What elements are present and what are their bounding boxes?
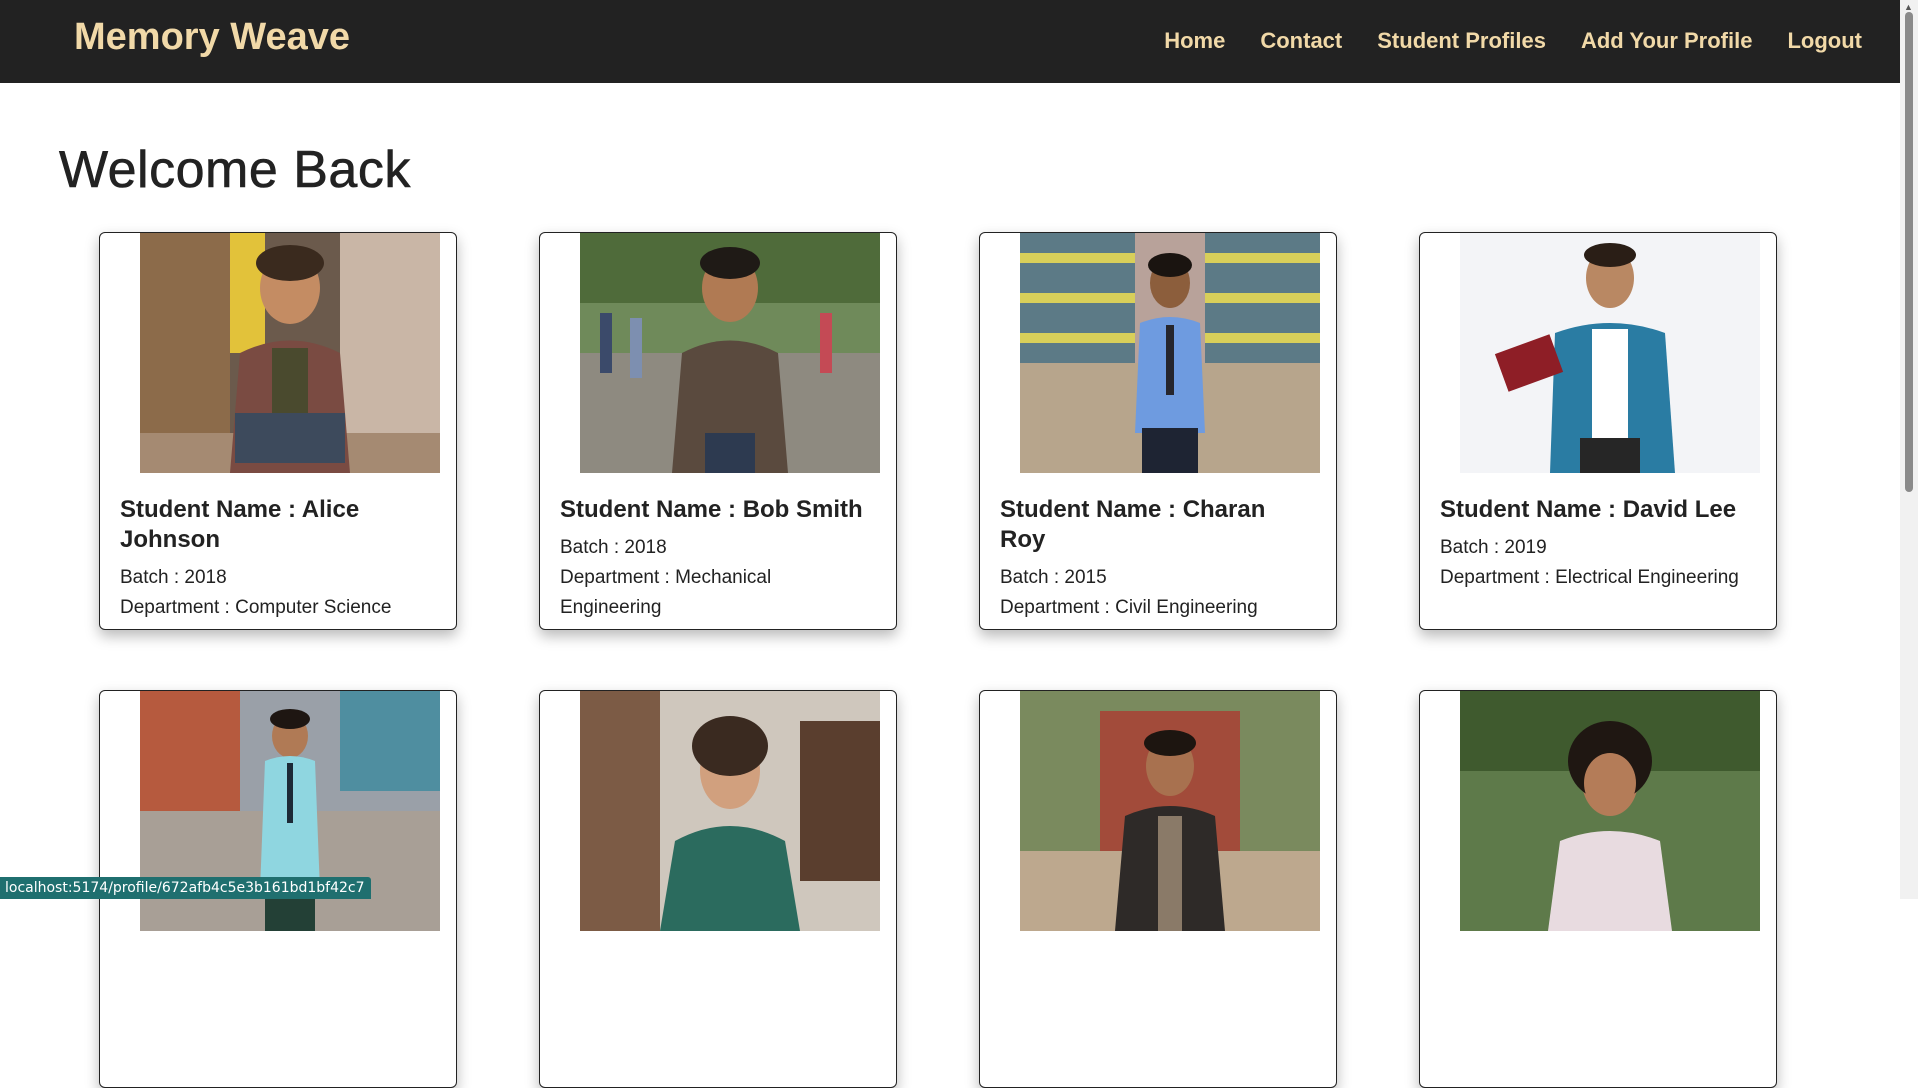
student-name: Student Name : David Lee bbox=[1440, 495, 1756, 525]
nav-link-contact[interactable]: Contact bbox=[1260, 28, 1342, 54]
student-department: Department : Computer Science bbox=[120, 593, 436, 623]
student-card[interactable] bbox=[1419, 690, 1777, 1088]
student-info: Student Name : David Lee Batch : 2019 De… bbox=[1440, 495, 1756, 593]
student-info: Student Name : Bob Smith Batch : 2018 De… bbox=[560, 495, 876, 623]
batch-prefix: Batch : bbox=[560, 537, 625, 558]
student-photo bbox=[1020, 233, 1320, 473]
student-card[interactable] bbox=[979, 690, 1337, 1088]
student-card-alice-johnson[interactable]: Student Name : Alice Johnson Batch : 201… bbox=[99, 232, 457, 630]
dept-prefix: Department : bbox=[1440, 567, 1556, 588]
student-batch: Batch : 2019 bbox=[1440, 533, 1756, 563]
student-name: Student Name : Alice Johnson bbox=[120, 495, 436, 555]
scroll-up-arrow-icon[interactable]: ▲ bbox=[1904, 2, 1913, 12]
nav-link-add-profile[interactable]: Add Your Profile bbox=[1581, 28, 1753, 54]
student-card[interactable] bbox=[539, 690, 897, 1088]
top-navbar: Memory Weave Home Contact Student Profil… bbox=[0, 0, 1900, 83]
student-department: Department : Electrical Engineering bbox=[1440, 563, 1756, 593]
student-photo bbox=[580, 691, 880, 931]
student-profile-grid: Student Name : Alice Johnson Batch : 201… bbox=[99, 232, 1779, 1088]
student-photo bbox=[1460, 691, 1760, 931]
batch-value: 2018 bbox=[624, 537, 667, 558]
student-batch: Batch : 2018 bbox=[120, 563, 436, 593]
student-card-charan-roy[interactable]: Student Name : Charan Roy Batch : 2015 D… bbox=[979, 232, 1337, 630]
status-bar-url: localhost:5174/profile/672afb4c5e3b161bd… bbox=[0, 877, 371, 899]
page-scrollbar[interactable]: ▲ bbox=[1900, 0, 1918, 899]
dept-prefix: Department : bbox=[560, 567, 676, 588]
dept-value: Computer Science bbox=[235, 597, 392, 618]
name-prefix: Student Name : bbox=[1440, 496, 1623, 523]
name-value: Bob Smith bbox=[742, 496, 863, 523]
name-prefix: Student Name : bbox=[120, 496, 302, 523]
student-name: Student Name : Bob Smith bbox=[560, 495, 876, 525]
nav-links: Home Contact Student Profiles Add Your P… bbox=[1129, 28, 1862, 54]
student-department: Department : Civil Engineering bbox=[1000, 593, 1316, 623]
student-photo bbox=[1020, 691, 1320, 931]
batch-value: 2019 bbox=[1504, 537, 1547, 558]
student-batch: Batch : 2018 bbox=[560, 533, 876, 563]
name-prefix: Student Name : bbox=[560, 496, 743, 523]
student-photo bbox=[580, 233, 880, 473]
student-info: Student Name : Alice Johnson Batch : 201… bbox=[120, 495, 436, 623]
student-batch: Batch : 2015 bbox=[1000, 563, 1316, 593]
student-card-bob-smith[interactable]: Student Name : Bob Smith Batch : 2018 De… bbox=[539, 232, 897, 630]
page-title: Welcome Back bbox=[59, 141, 411, 200]
student-card-david-lee[interactable]: Student Name : David Lee Batch : 2019 De… bbox=[1419, 232, 1777, 630]
name-value: David Lee bbox=[1622, 496, 1737, 523]
student-photo bbox=[140, 233, 440, 473]
batch-value: 2018 bbox=[184, 567, 227, 588]
dept-value: Civil Engineering bbox=[1115, 597, 1258, 618]
brand-logo-link[interactable]: Memory Weave bbox=[74, 16, 350, 59]
student-photo bbox=[1460, 233, 1760, 473]
scrollbar-thumb[interactable] bbox=[1905, 12, 1913, 492]
nav-link-logout[interactable]: Logout bbox=[1787, 28, 1862, 54]
dept-value: Electrical Engineering bbox=[1555, 567, 1739, 588]
student-name: Student Name : Charan Roy bbox=[1000, 495, 1316, 555]
nav-link-home[interactable]: Home bbox=[1164, 28, 1225, 54]
batch-value: 2015 bbox=[1064, 567, 1107, 588]
batch-prefix: Batch : bbox=[1000, 567, 1065, 588]
nav-link-student-profiles[interactable]: Student Profiles bbox=[1377, 28, 1546, 54]
dept-prefix: Department : bbox=[1000, 597, 1116, 618]
name-prefix: Student Name : bbox=[1000, 496, 1183, 523]
student-info: Student Name : Charan Roy Batch : 2015 D… bbox=[1000, 495, 1316, 623]
student-department: Department : Mechanical Engineering bbox=[560, 563, 876, 623]
dept-prefix: Department : bbox=[120, 597, 236, 618]
batch-prefix: Batch : bbox=[120, 567, 185, 588]
batch-prefix: Batch : bbox=[1440, 537, 1505, 558]
